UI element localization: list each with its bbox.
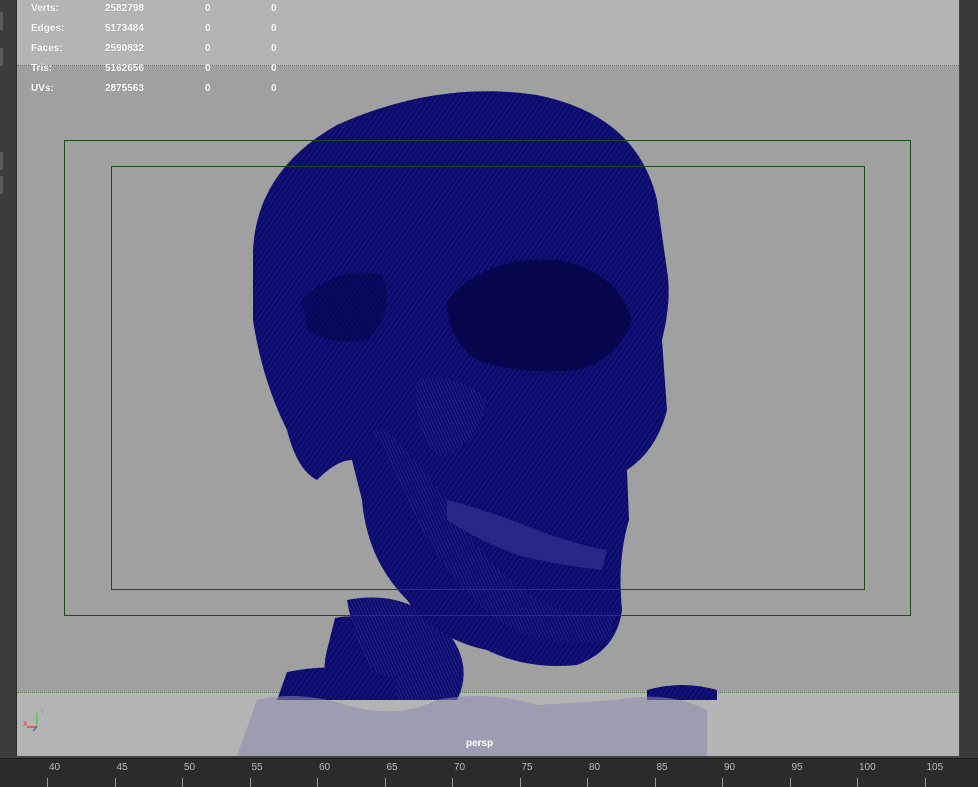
timeline-frame-label: 75: [521, 762, 533, 773]
hud-label: Tris:: [31, 63, 53, 74]
timeline-frame-label: 95: [791, 762, 803, 773]
hud-selected: 0: [205, 83, 211, 94]
timeline-frame-label: 40: [49, 762, 61, 773]
resolution-gate-inner: [111, 166, 865, 590]
hud-component: 0: [271, 23, 277, 34]
axis-x-label: X: [23, 721, 28, 728]
timeline-frame-label: 100: [859, 762, 876, 773]
hud-selected: 0: [205, 43, 211, 54]
timeline-frame-label: 50: [184, 762, 196, 773]
hud-component: 0: [271, 43, 277, 54]
timeline-frame-label: 90: [724, 762, 736, 773]
hud-value: 2875563: [105, 83, 144, 94]
hud-label: Verts:: [31, 3, 59, 14]
hud-row-faces: Faces: 2590832 0 0: [31, 43, 291, 63]
toolbar-handle[interactable]: [0, 12, 3, 30]
hud-row-verts: Verts: 2582798 0 0: [31, 3, 291, 23]
time-slider[interactable]: 40 45 50 55 60 65 70 75 80 85 90 95 100 105: [0, 758, 978, 787]
hud-value: 5173484: [105, 23, 144, 34]
hud-value: 2582798: [105, 3, 144, 14]
timeline-frame-label: 60: [319, 762, 331, 773]
timeline-frame-label: 65: [386, 762, 398, 773]
hud-label: Faces:: [31, 43, 63, 54]
hud-row-tris: Tris: 5162656 0 0: [31, 63, 291, 83]
hud-component: 0: [271, 3, 277, 14]
hud-row-uvs: UVs: 2875563 0 0: [31, 83, 291, 103]
toolbar-handle[interactable]: [0, 176, 3, 194]
hud-label: Edges:: [31, 23, 65, 34]
left-toolbar-strip: [0, 0, 16, 758]
timeline-frame-label: 55: [251, 762, 263, 773]
hud-selected: 0: [205, 23, 211, 34]
toolbar-handle[interactable]: [0, 48, 3, 66]
perspective-viewport[interactable]: Verts: 2582798 0 0 Edges: 5173484 0 0 Fa…: [16, 0, 959, 756]
timeline-frame-label: 85: [656, 762, 668, 773]
axis-gizmo-icon: Y X: [23, 709, 45, 732]
hud-component: 0: [271, 63, 277, 74]
camera-name-label: persp: [466, 738, 494, 749]
poly-count-hud: Verts: 2582798 0 0 Edges: 5173484 0 0 Fa…: [31, 3, 291, 103]
timeline-frame-label: 45: [116, 762, 128, 773]
hud-component: 0: [271, 83, 277, 94]
hud-value: 5162656: [105, 63, 144, 74]
hud-row-edges: Edges: 5173484 0 0: [31, 23, 291, 43]
timeline-frame-label: 70: [454, 762, 466, 773]
hud-selected: 0: [205, 63, 211, 74]
right-panel-strip: [960, 0, 978, 758]
hud-value: 2590832: [105, 43, 144, 54]
hud-selected: 0: [205, 3, 211, 14]
axis-y-label: Y: [40, 709, 45, 716]
hud-label: UVs:: [31, 83, 54, 94]
timeline-frame-label: 80: [589, 762, 601, 773]
toolbar-handle[interactable]: [0, 152, 3, 170]
timeline-frame-label: 105: [926, 762, 944, 773]
